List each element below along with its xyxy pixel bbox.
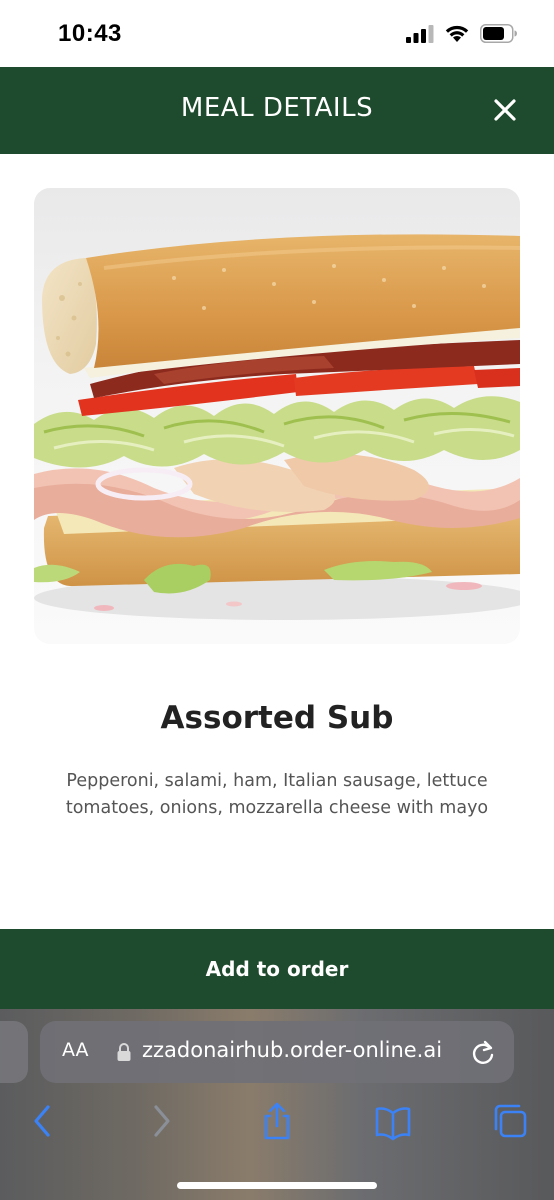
text-size-label: AA (62, 1039, 89, 1061)
sandwich-image (34, 234, 520, 620)
browser-toolbar: AA zzadonairhub.order-online.ai (0, 1009, 554, 1200)
battery-icon (480, 24, 517, 43)
forward-icon[interactable] (144, 1101, 180, 1141)
back-icon[interactable] (24, 1101, 60, 1141)
lock-icon (117, 1043, 131, 1061)
product-description-line: tomatoes, onions, mozzarella cheese with… (65, 798, 489, 818)
product-description: Pepperoni, salami, ham, Italian sausage,… (50, 768, 504, 822)
status-bar: 10:43 (0, 0, 554, 67)
add-to-order-button[interactable]: Add to order (0, 929, 554, 1009)
product-name: Assorted Sub (160, 700, 394, 736)
address-bar[interactable]: AA zzadonairhub.order-online.ai (40, 1021, 514, 1083)
header-title: MEAL DETAILS (180, 93, 374, 123)
bookmarks-icon[interactable] (375, 1101, 411, 1141)
product-description-line: Pepperoni, salami, ham, Italian sausage,… (66, 771, 488, 791)
text-size-button[interactable]: AA (62, 1039, 89, 1061)
home-indicator (177, 1182, 377, 1189)
previous-tab-peek[interactable] (0, 1021, 28, 1083)
meal-details-header: MEAL DETAILS (0, 67, 554, 154)
product-image (34, 188, 520, 644)
status-time: 10:43 (58, 20, 122, 47)
close-button[interactable] (490, 95, 520, 125)
wifi-icon (445, 25, 469, 42)
reload-icon (472, 1040, 494, 1064)
cellular-signal-icon (406, 24, 434, 43)
url-text[interactable]: zzadonairhub.order-online.ai (142, 1038, 442, 1062)
status-icons (406, 24, 518, 43)
close-icon (494, 99, 516, 121)
page: 10:43 MEAL DETAILS Assorted Sub Pepperon… (0, 0, 554, 1200)
tabs-icon[interactable] (492, 1101, 528, 1141)
share-icon[interactable] (259, 1101, 295, 1141)
